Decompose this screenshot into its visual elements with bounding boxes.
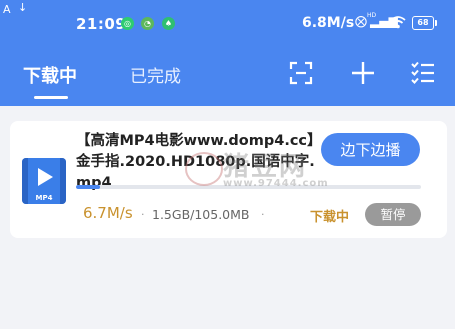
clock: 21:09 xyxy=(76,15,127,33)
download-size: 1.5GB/105.0MB xyxy=(152,207,250,222)
list-check-icon[interactable] xyxy=(410,60,436,86)
scan-icon[interactable] xyxy=(288,60,314,86)
mp4-file-icon: MP4 xyxy=(22,158,66,204)
separator: · xyxy=(141,208,145,221)
app-header: A ↓ 21:09 ◎ ◔ ♠ 6.8M/s ⨂ HD ▂▄▆ 68 下载中 已… xyxy=(0,0,455,106)
battery-indicator: 68 xyxy=(412,16,437,30)
play-icon xyxy=(38,168,53,186)
a-icon: A xyxy=(3,3,11,16)
green-leaf-icon: ♠ xyxy=(162,17,175,30)
mute-icon: ⨂ xyxy=(355,14,367,28)
green-circle-icon: ◔ xyxy=(141,17,154,30)
add-icon[interactable] xyxy=(350,60,376,86)
separator: · xyxy=(261,208,265,221)
download-progress-fill xyxy=(76,185,101,189)
file-type-label: MP4 xyxy=(35,194,53,202)
play-while-downloading-button[interactable]: 边下边播 xyxy=(321,133,420,166)
status-bar: A ↓ 21:09 ◎ ◔ ♠ 6.8M/s ⨂ HD ▂▄▆ 68 xyxy=(0,0,455,46)
download-status: 下载中 xyxy=(310,210,350,225)
download-speed: 6.7M/s xyxy=(83,204,133,222)
wechat-icon: ◎ xyxy=(121,17,134,30)
wifi-icon xyxy=(390,16,406,29)
download-item-card[interactable]: MP4 【高清MP4电影www.domp4.cc】金手指.2020.HD1080… xyxy=(10,121,447,238)
network-speed: 6.8M/s xyxy=(302,15,355,31)
tab-downloading[interactable]: 下载中 xyxy=(23,62,77,88)
download-icon: ↓ xyxy=(18,1,28,14)
tab-completed[interactable]: 已完成 xyxy=(130,62,181,87)
download-progress-bar xyxy=(76,185,421,189)
pause-button[interactable]: 暂停 xyxy=(365,203,421,226)
active-tab-indicator xyxy=(34,96,68,99)
